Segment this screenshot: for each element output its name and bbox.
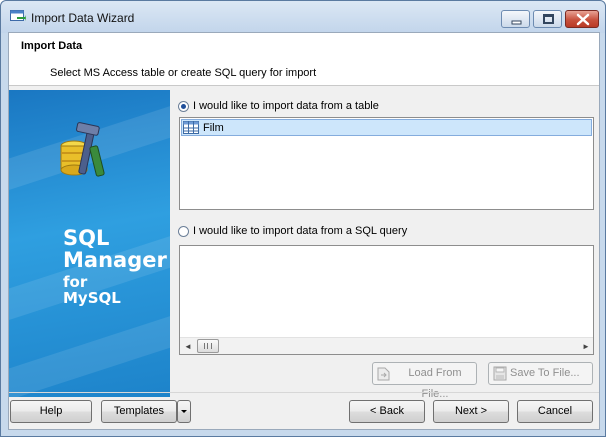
load-from-file-label: Load From File... (408, 367, 462, 400)
list-item[interactable]: Film (181, 119, 592, 136)
footer-divider (9, 392, 599, 393)
cancel-button[interactable]: Cancel (517, 400, 593, 423)
templates-dropdown-button[interactable] (177, 400, 191, 423)
minimize-button[interactable] (501, 10, 530, 28)
load-file-icon (377, 367, 390, 381)
query-source-label[interactable]: I would like to import data from a SQL q… (193, 225, 407, 237)
back-label: < Back (370, 405, 404, 417)
page-subtitle: Select MS Access table or create SQL que… (50, 67, 317, 79)
horizontal-scrollbar[interactable]: ◄ ► (180, 337, 593, 354)
product-name-line: MySQL (63, 289, 121, 307)
grip-icon (204, 343, 212, 349)
page-title: Import Data (21, 40, 83, 52)
save-to-file-button[interactable]: Save To File... (488, 362, 593, 385)
product-name: SQL Manager for MySQL (63, 228, 167, 306)
scrollbar-thumb[interactable] (197, 339, 219, 353)
cancel-label: Cancel (537, 405, 573, 417)
help-button[interactable]: Help (10, 400, 92, 423)
minimize-icon (511, 20, 522, 25)
banner-streak (9, 300, 170, 397)
sql-query-editor[interactable]: ◄ ► (179, 245, 594, 355)
product-name-line: for (63, 273, 88, 291)
table-source-radio[interactable] (178, 101, 189, 112)
wizard-header: Import Data Select MS Access table or cr… (9, 33, 599, 86)
wizard-client-area: Import Data Select MS Access table or cr… (8, 32, 600, 430)
close-icon (576, 13, 590, 26)
save-disk-icon (493, 366, 507, 381)
database-tools-icon (60, 122, 105, 177)
import-wizard-icon (10, 10, 26, 21)
scroll-right-icon[interactable]: ► (582, 342, 590, 351)
save-to-file-label: Save To File... (510, 367, 580, 379)
query-source-radio[interactable] (178, 226, 189, 237)
next-button[interactable]: Next > (433, 400, 509, 423)
product-name-line: SQL (63, 226, 110, 250)
window-title: Import Data Wizard (31, 11, 135, 25)
table-source-label[interactable]: I would like to import data from a table (193, 100, 379, 112)
table-icon (183, 121, 199, 134)
product-name-line: Manager (63, 248, 167, 272)
load-from-file-button[interactable]: Load From File... (372, 362, 477, 400)
product-banner: SQL Manager for MySQL (9, 90, 170, 397)
help-label: Help (39, 405, 63, 417)
chevron-down-icon (181, 410, 187, 413)
table-list[interactable]: Film (179, 117, 594, 210)
scroll-left-icon[interactable]: ◄ (184, 342, 192, 351)
templates-label: Templates (113, 405, 165, 417)
templates-button[interactable]: Templates (101, 400, 177, 423)
import-data-wizard-window: Import Data Wizard Import Data Select MS… (0, 0, 606, 437)
next-label: Next > (454, 405, 488, 417)
table-name: Film (203, 122, 224, 134)
title-bar[interactable]: Import Data Wizard (1, 1, 605, 33)
close-button[interactable] (565, 10, 599, 28)
back-button[interactable]: < Back (349, 400, 425, 423)
maximize-icon (543, 14, 554, 24)
maximize-button[interactable] (533, 10, 562, 28)
